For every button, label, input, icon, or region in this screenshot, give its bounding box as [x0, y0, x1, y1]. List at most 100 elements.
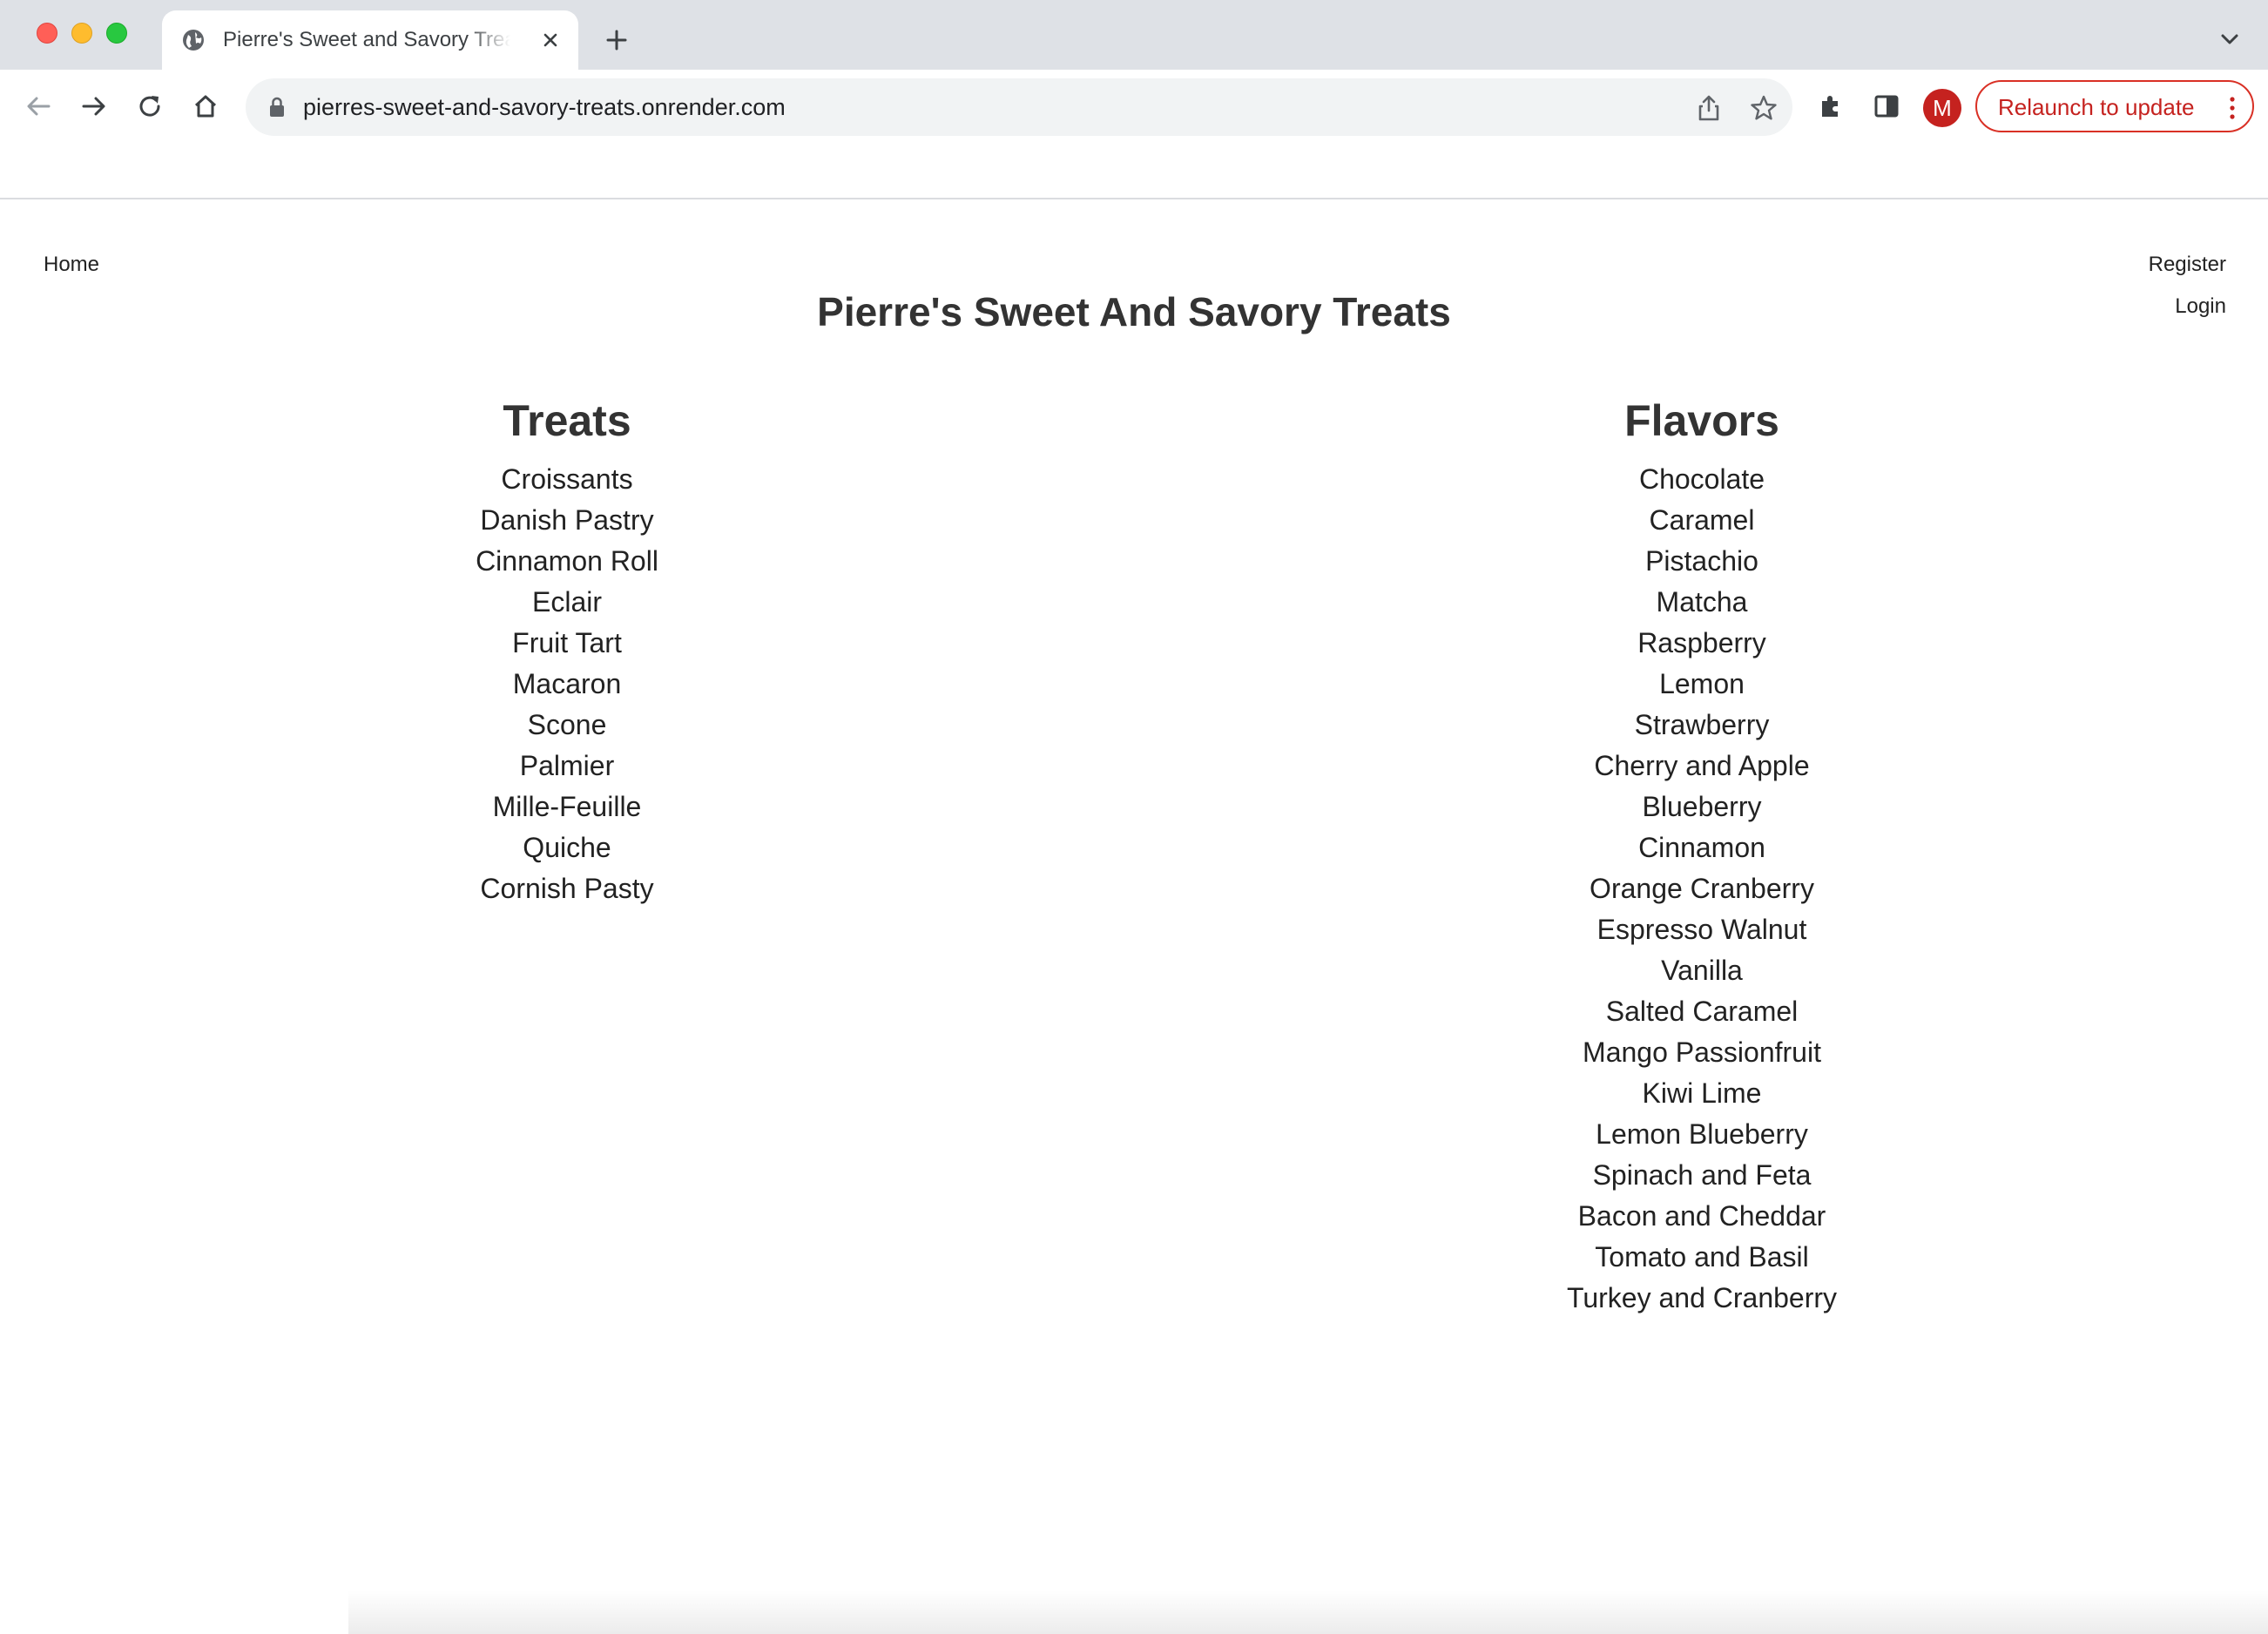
treat-link[interactable]: Scone: [528, 709, 607, 740]
flavor-link[interactable]: Bacon and Cheddar: [1578, 1200, 1826, 1232]
url-text[interactable]: pierres-sweet-and-savory-treats.onrender…: [303, 92, 786, 122]
bookmark-star-icon[interactable]: [1749, 93, 1779, 123]
flavor-link[interactable]: Mango Passionfruit: [1583, 1036, 1821, 1068]
list-item: Strawberry: [1397, 705, 2007, 746]
list-item: Lemon: [1397, 664, 2007, 705]
share-icon[interactable]: [1695, 93, 1723, 123]
flavor-link[interactable]: Caramel: [1650, 504, 1755, 536]
treat-link[interactable]: Fruit Tart: [512, 627, 622, 658]
list-item: Turkey and Cranberry: [1397, 1278, 2007, 1319]
list-item: Scone: [262, 705, 872, 746]
list-item: Chocolate: [1397, 459, 2007, 500]
flavor-link[interactable]: Blueberry: [1643, 791, 1762, 822]
flavor-link[interactable]: Strawberry: [1635, 709, 1770, 740]
treat-link[interactable]: Quiche: [523, 832, 611, 863]
flavor-link[interactable]: Kiwi Lime: [1643, 1077, 1762, 1109]
list-item: Kiwi Lime: [1397, 1073, 2007, 1114]
list-item: Quiche: [262, 827, 872, 868]
list-item: Vanilla: [1397, 950, 2007, 991]
treat-link[interactable]: Eclair: [532, 586, 602, 618]
list-item: Mango Passionfruit: [1397, 1032, 2007, 1073]
address-bar[interactable]: pierres-sweet-and-savory-treats.onrender…: [246, 78, 1792, 136]
treat-link[interactable]: Danish Pastry: [480, 504, 653, 536]
minimize-window-button[interactable]: [71, 23, 92, 44]
list-item: Pistachio: [1397, 541, 2007, 582]
extensions-puzzle-icon[interactable]: [1813, 89, 1848, 124]
relaunch-to-update-button[interactable]: Relaunch to update: [1975, 80, 2254, 132]
list-item: Espresso Walnut: [1397, 909, 2007, 950]
bottom-shadow: [348, 1590, 2268, 1634]
flavor-link[interactable]: Spinach and Feta: [1593, 1159, 1812, 1191]
new-tab-icon[interactable]: [601, 24, 632, 56]
flavors-list: Chocolate Caramel Pistachio Matcha Raspb…: [1397, 459, 2007, 1319]
relaunch-label: Relaunch to update: [1998, 94, 2195, 120]
flavor-link[interactable]: Vanilla: [1661, 955, 1743, 986]
list-item: Macaron: [262, 664, 872, 705]
reload-icon[interactable]: [132, 89, 167, 124]
globe-icon: [183, 30, 204, 51]
list-item: Cherry and Apple: [1397, 746, 2007, 787]
treats-section: Treats Croissants Danish Pastry Cinnamon…: [262, 393, 872, 909]
chevron-down-icon[interactable]: [2217, 30, 2242, 49]
flavors-section: Flavors Chocolate Caramel Pistachio Matc…: [1397, 393, 2007, 1319]
tab-strip: Pierre's Sweet and Savory Treats: [0, 0, 2268, 70]
close-window-button[interactable]: [37, 23, 57, 44]
list-item: Danish Pastry: [262, 500, 872, 541]
maximize-window-button[interactable]: [106, 23, 127, 44]
browser-tab[interactable]: Pierre's Sweet and Savory Treats: [162, 10, 578, 70]
list-item: Matcha: [1397, 582, 2007, 623]
list-item: Bacon and Cheddar: [1397, 1196, 2007, 1237]
treat-link[interactable]: Cinnamon Roll: [476, 545, 658, 577]
flavor-link[interactable]: Pistachio: [1645, 545, 1758, 577]
list-item: Cinnamon Roll: [262, 541, 872, 582]
lock-icon[interactable]: [267, 95, 287, 119]
flavor-link[interactable]: Turkey and Cranberry: [1567, 1282, 1837, 1313]
browser-toolbar: pierres-sweet-and-savory-treats.onrender…: [0, 70, 2268, 143]
flavor-link[interactable]: Lemon Blueberry: [1596, 1118, 1808, 1150]
treats-list: Croissants Danish Pastry Cinnamon Roll E…: [262, 459, 872, 909]
tab-title: Pierre's Sweet and Savory Treats: [223, 28, 510, 51]
register-link[interactable]: Register: [2149, 252, 2226, 278]
flavor-link[interactable]: Matcha: [1657, 586, 1748, 618]
page-title: Pierre's Sweet And Savory Treats: [817, 289, 1451, 334]
list-item: Croissants: [262, 459, 872, 500]
flavor-link[interactable]: Tomato and Basil: [1595, 1241, 1808, 1273]
treat-link[interactable]: Palmier: [520, 750, 614, 781]
close-icon[interactable]: [538, 28, 563, 52]
flavor-link[interactable]: Orange Cranberry: [1590, 873, 1814, 904]
treat-link[interactable]: Mille-Feuille: [493, 791, 642, 822]
list-item: Fruit Tart: [262, 623, 872, 664]
list-item: Spinach and Feta: [1397, 1155, 2007, 1196]
list-item: Caramel: [1397, 500, 2007, 541]
treat-link[interactable]: Macaron: [513, 668, 622, 699]
list-item: Tomato and Basil: [1397, 1237, 2007, 1278]
list-item: Blueberry: [1397, 787, 2007, 827]
page-content: Home Register Login Pierre's Sweet And S…: [0, 199, 2268, 1634]
treat-link[interactable]: Cornish Pasty: [480, 873, 653, 904]
home-link[interactable]: Home: [44, 252, 99, 278]
flavors-heading: Flavors: [1624, 396, 1779, 445]
list-item: Cinnamon: [1397, 827, 2007, 868]
flavor-link[interactable]: Lemon: [1659, 668, 1745, 699]
treats-heading: Treats: [503, 396, 631, 445]
flavor-link[interactable]: Cinnamon: [1638, 832, 1765, 863]
side-panel-icon[interactable]: [1869, 89, 1904, 124]
treat-link[interactable]: Croissants: [501, 463, 632, 495]
flavor-link[interactable]: Salted Caramel: [1606, 996, 1799, 1027]
list-item: Mille-Feuille: [262, 787, 872, 827]
more-vert-icon[interactable]: [2228, 94, 2237, 122]
list-item: Orange Cranberry: [1397, 868, 2007, 909]
list-item: Cornish Pasty: [262, 868, 872, 909]
forward-arrow-icon[interactable]: [77, 89, 111, 124]
flavor-link[interactable]: Cherry and Apple: [1594, 750, 1809, 781]
home-icon[interactable]: [188, 89, 223, 124]
profile-avatar[interactable]: M: [1923, 89, 1961, 127]
list-item: Lemon Blueberry: [1397, 1114, 2007, 1155]
flavor-link[interactable]: Chocolate: [1639, 463, 1765, 495]
flavor-link[interactable]: Espresso Walnut: [1597, 914, 1807, 945]
browser-window: Pierre's Sweet and Savory Treats pierres…: [0, 0, 2268, 1634]
list-item: Salted Caramel: [1397, 991, 2007, 1032]
flavor-link[interactable]: Raspberry: [1637, 627, 1766, 658]
back-arrow-icon[interactable]: [21, 89, 56, 124]
list-item: Eclair: [262, 582, 872, 623]
